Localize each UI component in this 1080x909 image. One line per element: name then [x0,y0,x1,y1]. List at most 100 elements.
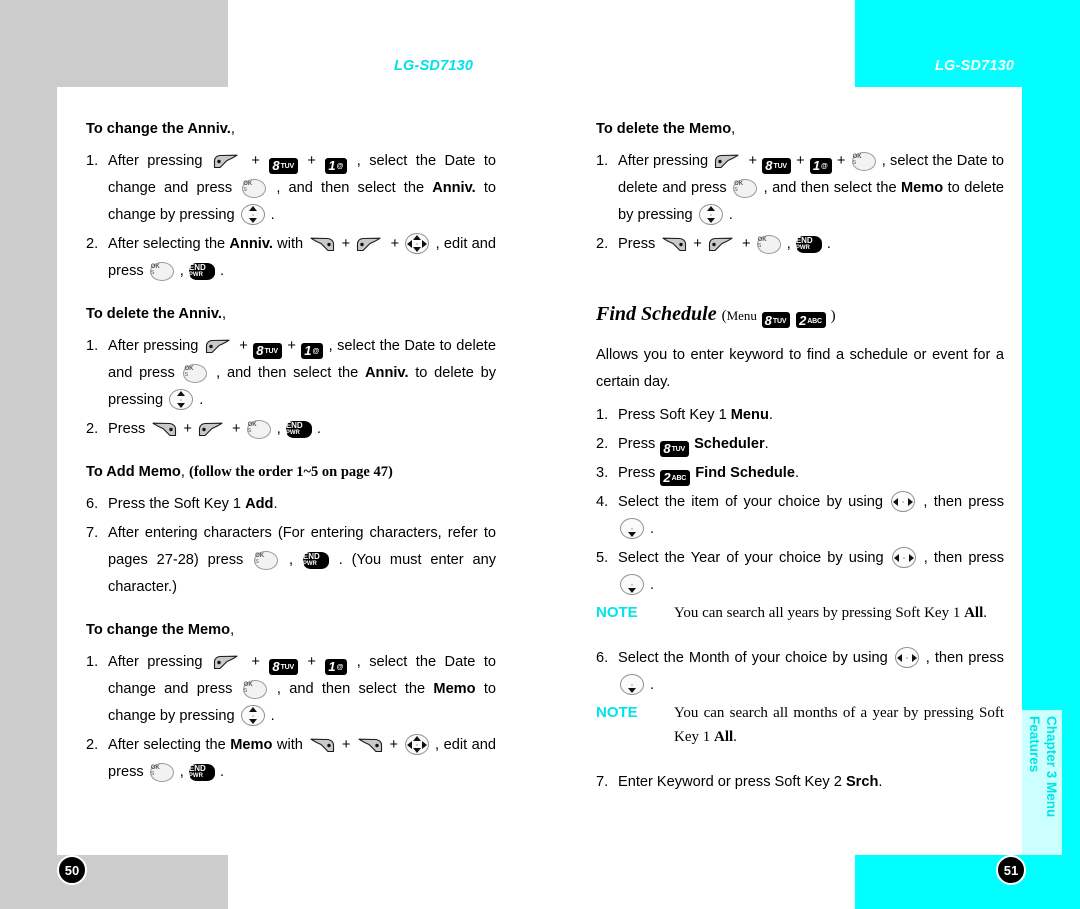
list-item-number: 2. [86,236,99,252]
list-item: 2. After selecting the Anniv. with + + , … [86,231,496,285]
section-heading-text: To change the Memo [86,622,231,638]
section-heading: To change the Anniv., [86,118,496,140]
list-item-number: 6. [86,496,99,512]
list-item: 2. Press + + OK S , END PWR . [596,231,1004,258]
emphasis-text: Anniv. [432,180,476,196]
note-label: NOTE [596,604,638,621]
keypad-8-icon: 8TUV [762,158,791,174]
list-item-text: Press the Soft Key 1 Add. [108,496,278,512]
keypad-2-icon: 2ABC [660,470,691,486]
list-item: 1. After pressing + 8TUV + 1@ + OK S , sel… [596,148,1004,229]
ok-key-icon: OK S [246,420,271,439]
list-item: 1. After pressing + 8TUV + 1@ , select th… [86,148,496,229]
list-item-text: Press Soft Key 1 Menu. [618,407,773,423]
ok-key-icon: OK S [183,364,208,383]
end-pwr-key-icon: END PWR [188,263,215,280]
header-model-left: LG-SD7130 [394,58,474,74]
list-item-number: 7. [596,774,609,790]
list-item-text: Select the item of your choice by using … [618,491,1004,539]
nav-down-key-icon [620,574,644,595]
end-call-key-icon [151,420,177,437]
ok-key-icon: OK S [149,763,174,782]
list-item-number: 2. [596,436,609,452]
find-schedule-intro: Allows you to enter keyword to find a sc… [596,347,1004,390]
section-heading-comma: , [230,121,235,137]
page-number-right: 51 [996,855,1026,885]
nav-4way-key-icon [404,734,429,755]
list-item-text: Press 2ABC Find Schedule. [618,465,800,486]
send-key-icon [205,337,233,354]
menu-word: Menu [726,308,757,323]
keypad-1-icon: 1@ [325,158,348,174]
section-heading: To delete the Memo, [596,118,1004,140]
left-page-bottom-block [0,855,228,909]
section-heading-comma: , [230,622,235,638]
send-key-icon [213,152,241,169]
emphasis-text: Menu [730,407,769,423]
list-item-number: 5. [596,550,609,566]
nav-up-down-key-icon [240,204,265,225]
section-heading: To Add Memo, (follow the order 1~5 on pa… [86,461,496,483]
ok-key-icon: OK S [149,262,174,281]
list-item-number: 4. [596,494,609,510]
keypad-8-icon: 8TUV [269,659,298,675]
note-text: You can search all years by pressing Sof… [674,605,988,621]
send-key-icon [356,235,384,252]
emphasis-text: Memo [901,180,944,196]
nav-down-key-icon [620,674,644,695]
keypad-8-icon: 8TUV [269,158,298,174]
nav-left-right-key-icon [891,491,916,512]
nav-down-key-icon [620,518,644,539]
send-key-icon [213,653,241,670]
list-item-number: 6. [596,650,609,666]
list-item-number: 2. [86,421,99,437]
list-item: 2. After selecting the Memo with + + , ed… [86,732,496,786]
keypad-2-icon: 2ABC [796,312,826,328]
section-heading-comma: , [221,306,227,322]
header-model-right: LG-SD7130 [935,58,1015,74]
list-item-number: 1. [596,153,609,169]
end-pwr-key-icon: END PWR [795,236,822,253]
note-text: You can search all months of a year by p… [674,705,1004,745]
left-page-content: To change the Anniv., 1. After pressing + … [86,118,496,804]
ok-key-icon: OK S [242,680,267,699]
ok-key-icon: OK S [733,179,758,198]
list-item-text: Select the Year of your choice by using … [618,547,1004,595]
emphasis-text: Memo [433,681,476,697]
emphasis-text: Memo [230,737,273,753]
list-item: 5. Select the Year of your choice by usin… [596,545,1004,599]
list-item-text: Press + + OK S , END PWR . [618,235,831,254]
list-item: 2. Press + + OK S , END PWR . [86,416,496,443]
nav-up-down-key-icon [169,389,194,410]
chapter-tab: Chapter 3 Menu Features [1026,716,1062,861]
list-item-text: After selecting the Memo with + + , edit… [108,734,496,782]
keypad-1-icon: 1@ [325,659,348,675]
list-item-text: After entering characters (For entering … [108,525,496,595]
send-key-icon [708,235,736,252]
keypad-8-icon: 8TUV [761,312,791,328]
end-call-key-icon [309,736,335,753]
keypad-1-icon: 1@ [809,158,832,174]
list-item-text: Press + + OK S , END PWR . [108,420,321,439]
note-all-months: NOTE You can search all months of a year … [596,701,1004,749]
list-item-number: 1. [86,153,99,169]
nav-4way-key-icon [405,233,430,254]
ok-key-icon: OK S [242,179,267,198]
section-heading-comma: , [180,464,185,480]
ok-key-icon: OK S [756,235,781,254]
list-item-number: 2. [86,737,99,753]
section-heading: To change the Memo, [86,619,496,641]
end-call-key-icon [661,235,687,252]
list-item-number: 1. [86,338,99,354]
emphasis-text: Find Schedule [695,465,795,481]
list-item: 1. Press Soft Key 1 Menu. [596,402,1004,429]
section-heading-note: (follow the order 1~5 on page 47) [188,464,393,480]
list-item-number: 1. [596,407,609,423]
list-item-number: 3. [596,465,609,481]
note-all-years: NOTE You can search all years by pressing… [596,601,1004,625]
list-item-text: Press 8TUV Scheduler. [618,436,769,457]
list-item-number: 2. [596,236,609,252]
left-page-top-block [0,0,228,87]
list-item-text: After pressing + 8TUV + 1@ , select the … [108,152,496,225]
note-label: NOTE [596,704,638,721]
